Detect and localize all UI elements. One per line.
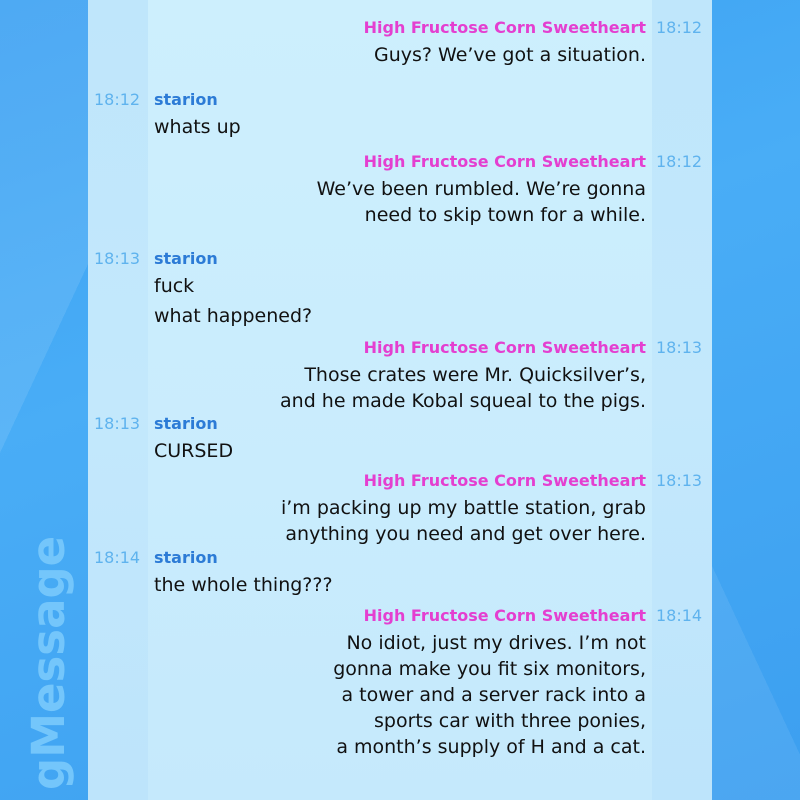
- message-hfcs: High Fructose Corn Sweetheart Those crat…: [150, 338, 646, 414]
- message-line: No idiot, just my drives. I’m not: [346, 632, 646, 654]
- message-line: We’ve been rumbled. We’re gonna: [316, 178, 646, 200]
- timestamp: 18:13: [656, 338, 703, 357]
- message-line: and he made Kobal squeal to the pigs.: [280, 390, 646, 412]
- sender-name: High Fructose Corn Sweetheart: [363, 18, 646, 37]
- message-header: High Fructose Corn Sweetheart: [364, 606, 646, 626]
- timestamp: 18:14: [94, 548, 141, 567]
- message-starion: starion CURSED: [154, 414, 233, 464]
- timestamp: 18:12: [94, 90, 141, 109]
- message-line: gonna make you fit six monitors,: [333, 658, 646, 680]
- message-header: High Fructose Corn Sweetheart: [364, 18, 646, 38]
- sender-name: High Fructose Corn Sweetheart: [363, 152, 646, 171]
- timestamp: 18:12: [656, 152, 703, 171]
- sender-name: starion: [154, 90, 218, 109]
- message-header: High Fructose Corn Sweetheart: [364, 471, 646, 491]
- timestamp: 18:14: [656, 606, 703, 625]
- message-header: High Fructose Corn Sweetheart: [364, 338, 646, 358]
- sender-name: starion: [154, 414, 218, 433]
- message-header: High Fructose Corn Sweetheart: [364, 152, 646, 172]
- message-line: what happened?: [154, 305, 313, 327]
- message-line: a tower and a server rack into a: [341, 684, 646, 706]
- message-line: Guys? We’ve got a situation.: [373, 44, 646, 66]
- message-starion: starion whats up: [154, 90, 241, 140]
- message-line: sports car with three ponies,: [373, 710, 646, 732]
- message-hfcs: High Fructose Corn Sweetheart No idiot, …: [150, 606, 646, 760]
- timestamp: 18:13: [94, 414, 141, 433]
- message-line: whats up: [154, 116, 241, 138]
- message-line: a month’s supply of H and a cat.: [336, 736, 646, 758]
- sender-name: starion: [154, 249, 218, 268]
- sender-name: High Fructose Corn Sweetheart: [363, 338, 646, 357]
- message-line: need to skip town for a while.: [364, 204, 646, 226]
- message-starion: starion fuck what happened?: [154, 249, 312, 329]
- sender-name: High Fructose Corn Sweetheart: [363, 606, 646, 625]
- message-line: fuck: [154, 275, 195, 297]
- message-starion: starion the whole thing???: [154, 548, 333, 598]
- message-line: the whole thing???: [154, 574, 333, 596]
- message-line: Those crates were Mr. Quicksilver’s,: [304, 364, 646, 386]
- message-line: i’m packing up my battle station, grab: [280, 497, 646, 519]
- message-hfcs: High Fructose Corn Sweetheart i’m packin…: [150, 471, 646, 547]
- timestamp: 18:13: [656, 471, 703, 490]
- sender-name: High Fructose Corn Sweetheart: [363, 471, 646, 490]
- message-line: anything you need and get over here.: [285, 523, 646, 545]
- sender-name: starion: [154, 548, 218, 567]
- timestamp: 18:13: [94, 249, 141, 268]
- timestamp: 18:12: [656, 18, 703, 37]
- message-hfcs: High Fructose Corn Sweetheart Guys? We’v…: [150, 18, 646, 68]
- message-line: CURSED: [154, 440, 234, 462]
- message-hfcs: High Fructose Corn Sweetheart We’ve been…: [150, 152, 646, 228]
- app-watermark: gMessage: [22, 535, 75, 790]
